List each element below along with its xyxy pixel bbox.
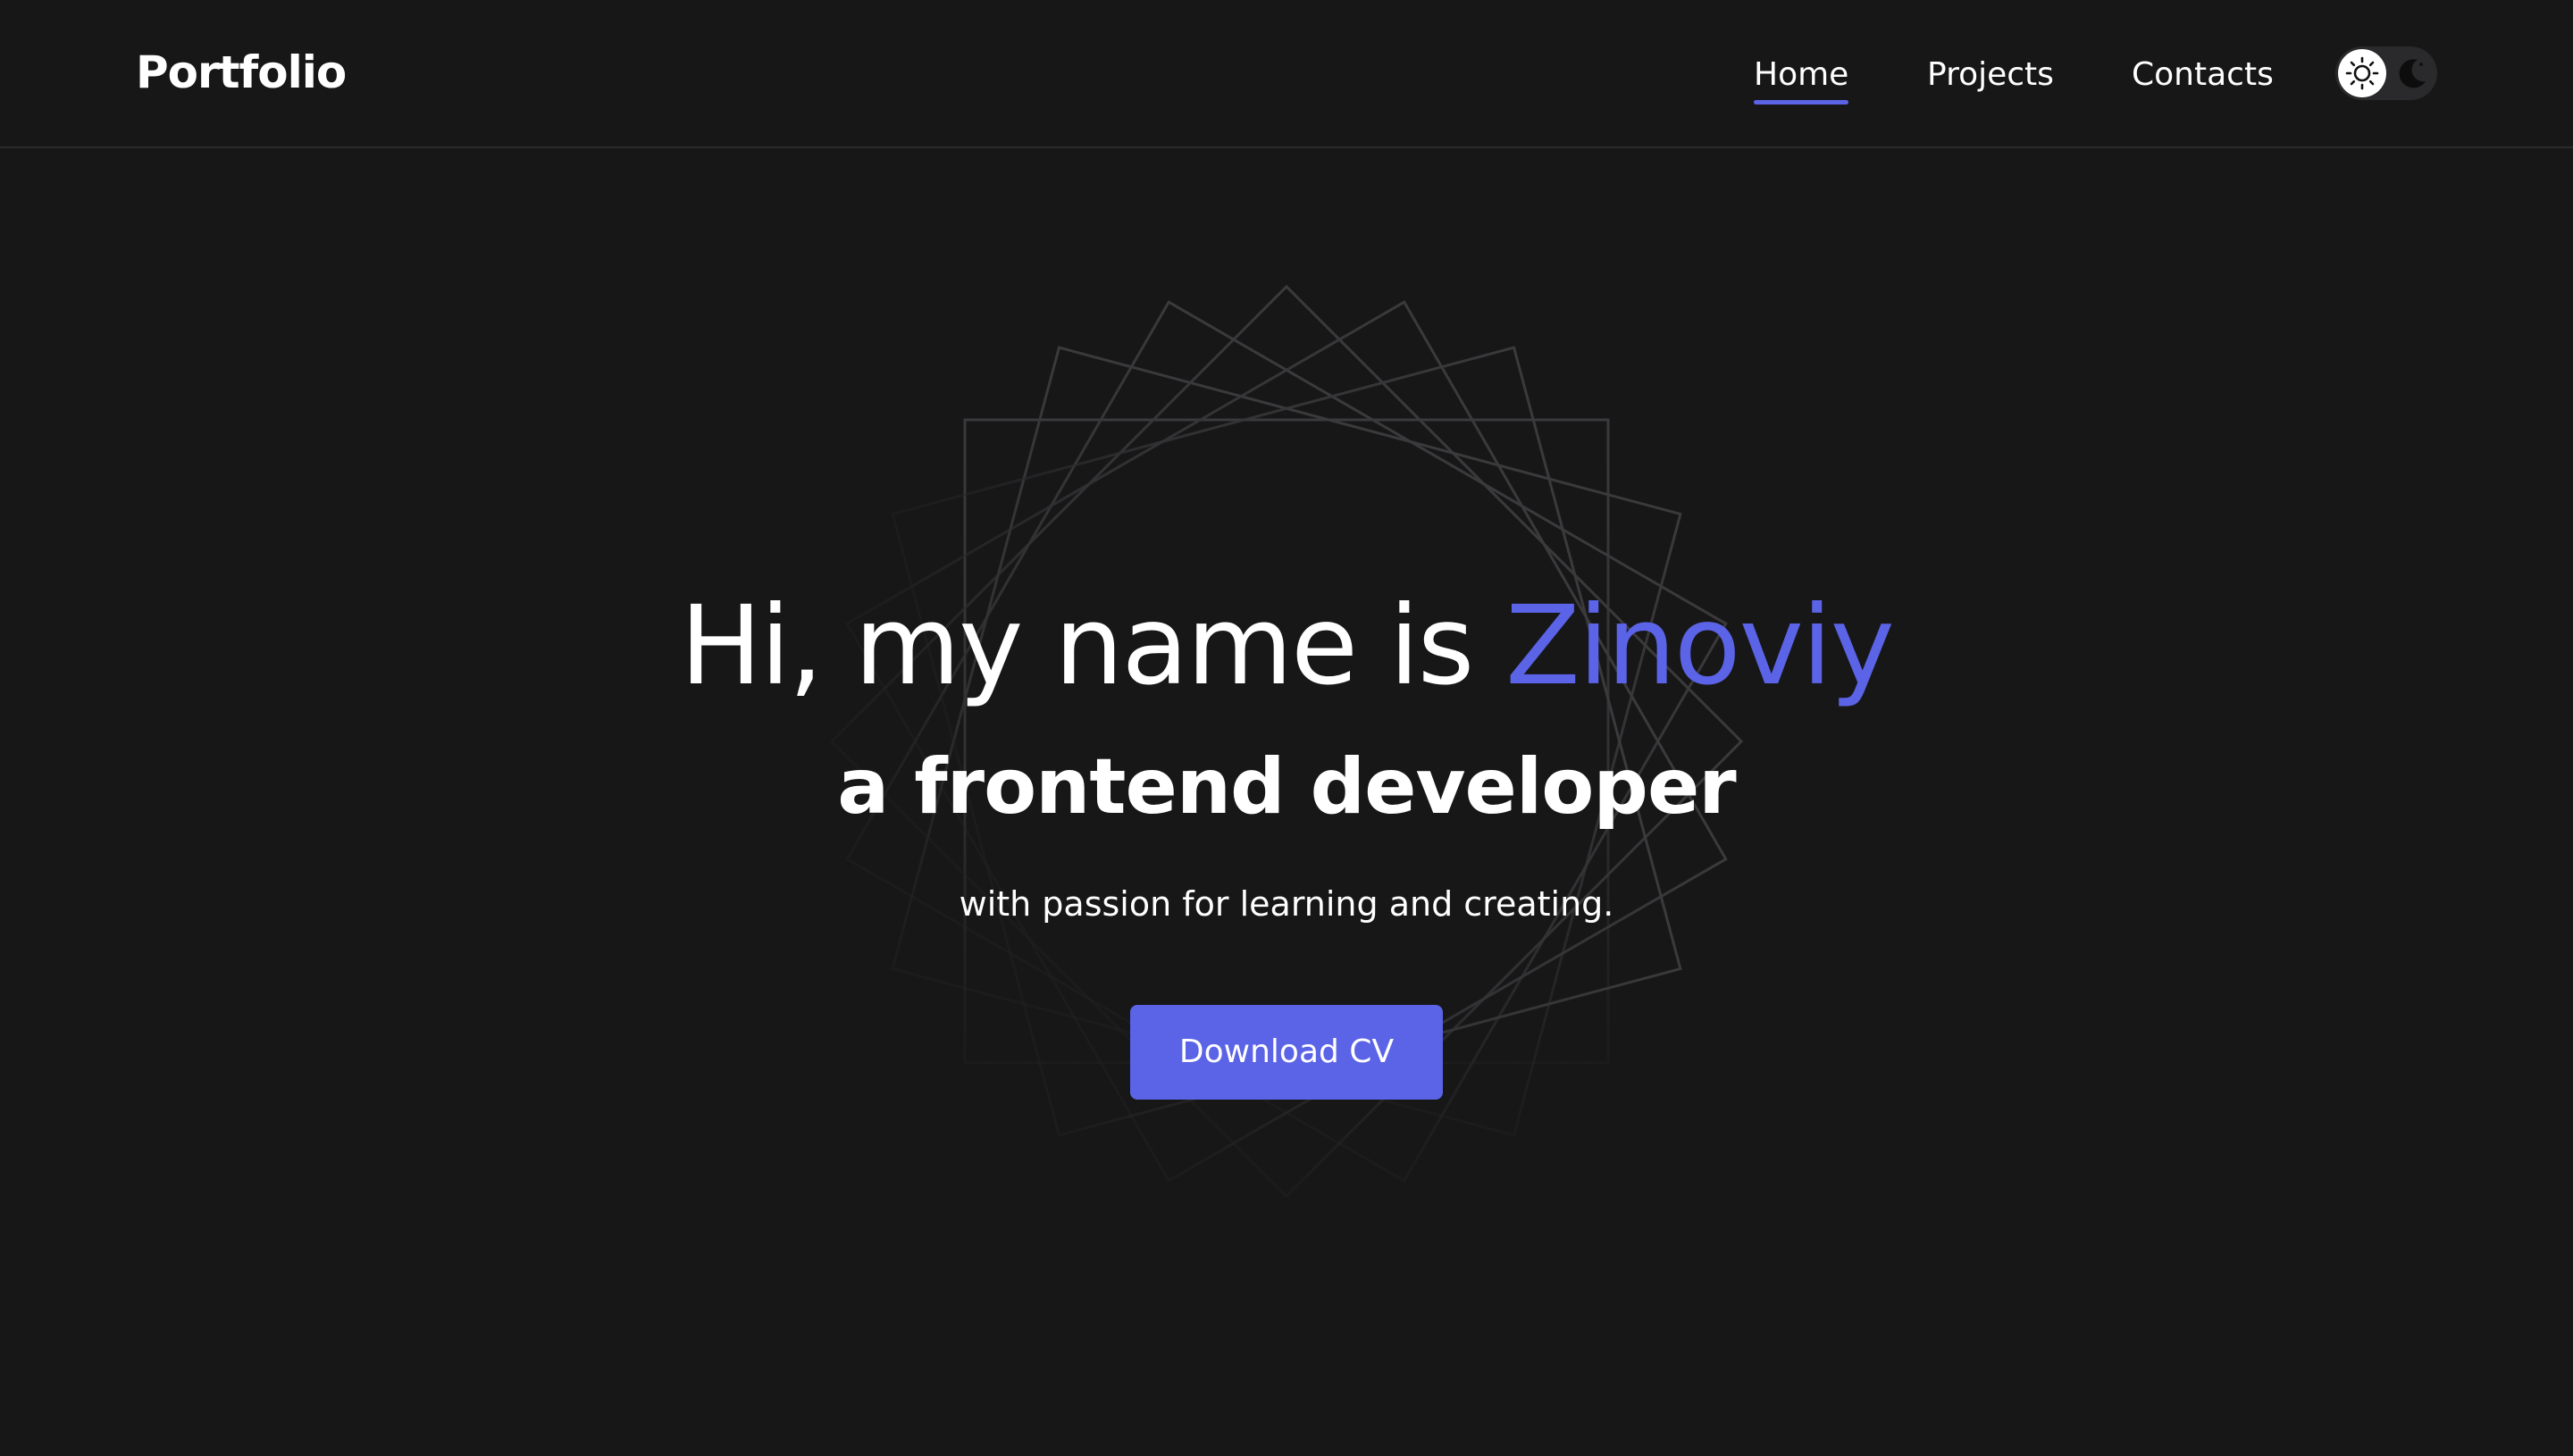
main-nav: Home Projects Contacts	[0, 48, 2573, 105]
hero-title-prefix: Hi, my name is	[680, 582, 1506, 709]
site-header: Portfolio Home Projects Contacts	[0, 0, 2573, 148]
nav-link-home[interactable]: Home	[1754, 48, 1849, 105]
hero-name: Zinoviy	[1505, 582, 1895, 709]
nav-link-label: Projects	[1927, 56, 2054, 93]
nav-link-label: Home	[1754, 56, 1849, 93]
hero-subtitle: a frontend developer	[837, 742, 1736, 832]
toggle-knob	[2338, 49, 2386, 97]
active-nav-indicator	[1754, 100, 1849, 105]
nav-link-projects[interactable]: Projects	[1927, 48, 2054, 102]
nav-link-label: Contacts	[2132, 56, 2274, 93]
download-cv-button[interactable]: Download CV	[1130, 1005, 1443, 1100]
nav-link-contacts[interactable]: Contacts	[2132, 48, 2274, 102]
moon-icon	[2391, 52, 2434, 95]
background-rotated-squares-graphic	[829, 284, 1744, 1199]
hero-tagline: with passion for learning and creating.	[959, 884, 1614, 924]
hero-title: Hi, my name is Zinoviy	[0, 579, 2573, 713]
sun-icon	[2345, 56, 2379, 90]
theme-toggle[interactable]	[2335, 46, 2437, 100]
